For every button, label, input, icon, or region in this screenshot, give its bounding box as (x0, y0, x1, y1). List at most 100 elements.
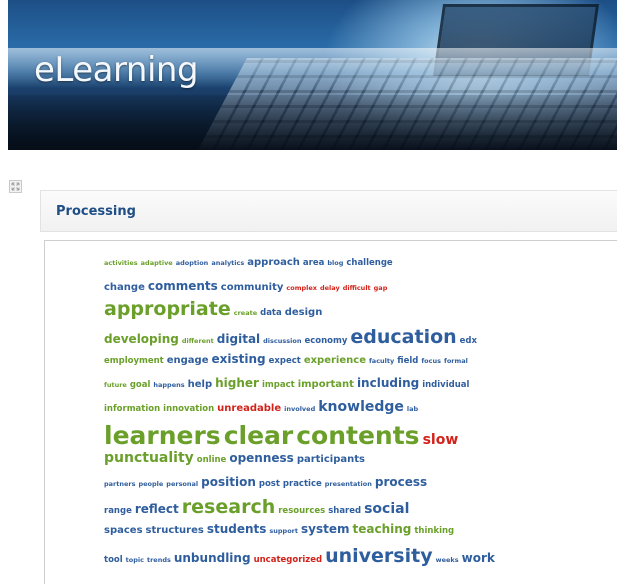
tag-link-process[interactable]: process (375, 476, 427, 488)
tag-link-appropriate[interactable]: appropriate (104, 300, 231, 319)
tag-cloud-line: spaces structures students support system tea… (104, 523, 457, 536)
tag-link-design[interactable]: design (285, 308, 323, 318)
tag-link-approach[interactable]: approach (247, 258, 300, 268)
tag-link-post[interactable]: post (259, 480, 280, 489)
tag-link-unreadable[interactable]: unreadable (217, 404, 281, 414)
tag-link-edx[interactable]: edx (460, 337, 477, 346)
tag-link-experience[interactable]: experience (304, 356, 366, 366)
tag-link-comments[interactable]: comments (148, 280, 218, 292)
tag-link-faculty[interactable]: faculty (369, 358, 394, 365)
tag-link-goal[interactable]: goal (130, 381, 151, 390)
tag-link-employment[interactable]: employment (104, 357, 164, 366)
tag-link-digital[interactable]: digital (217, 333, 260, 345)
tag-link-resources[interactable]: resources (278, 507, 325, 516)
tag-link-delay[interactable]: delay (320, 285, 340, 292)
tag-link-challenge[interactable]: challenge (346, 259, 392, 268)
tag-link-happens[interactable]: happens (153, 382, 184, 389)
tag-link-important[interactable]: important (298, 380, 354, 390)
tag-link-analytics[interactable]: analytics (211, 260, 244, 267)
tag-link-reflect[interactable]: reflect (135, 503, 179, 515)
tag-link-help[interactable]: help (188, 380, 213, 390)
tag-link-presentation[interactable]: presentation (325, 481, 372, 488)
tag-link-research[interactable]: research (182, 498, 275, 517)
tag-link-lab[interactable]: lab (407, 406, 418, 413)
tag-link-change[interactable]: change (104, 283, 145, 293)
tag-link-tool[interactable]: tool (104, 556, 123, 565)
tag-link-thinking[interactable]: thinking (414, 527, 454, 536)
block-title: Processing (56, 204, 136, 219)
tag-link-impact[interactable]: impact (262, 381, 295, 390)
tag-link-practice[interactable]: practice (283, 480, 322, 489)
tag-link-focus[interactable]: focus (421, 358, 441, 365)
tag-link-economy[interactable]: economy (304, 337, 347, 346)
block-header: Processing (40, 190, 617, 232)
tag-link-work[interactable]: work (462, 552, 495, 564)
tag-link-online[interactable]: online (197, 456, 227, 465)
expand-icon[interactable] (9, 180, 22, 193)
tag-link-create[interactable]: create (234, 310, 257, 317)
tag-cloud-panel: activities adaptive adoption analytics appro… (44, 240, 617, 584)
tag-link-structures[interactable]: structures (146, 526, 204, 536)
tag-link-data[interactable]: data (260, 309, 282, 318)
elearning-banner: eLearning (8, 0, 617, 150)
tag-link-clear[interactable]: clear (224, 423, 294, 448)
tag-cloud-line: employment engage existing expect experience… (104, 353, 471, 366)
tag-link-existing[interactable]: existing (212, 353, 266, 365)
tag-cloud-line: developing different digital discussion econ… (104, 328, 480, 347)
tag-link-complex[interactable]: complex (286, 285, 317, 292)
tag-cloud-line: learners clear contents slow (104, 423, 461, 448)
tag-link-system[interactable]: system (301, 523, 350, 535)
tag-link-field[interactable]: field (397, 357, 418, 366)
tag-link-knowledge[interactable]: knowledge (318, 400, 404, 414)
tag-cloud-line: range reflect research resources shared socia… (104, 498, 412, 517)
tag-link-position[interactable]: position (201, 476, 256, 488)
tag-link-shared[interactable]: shared (328, 507, 361, 516)
tag-link-adoption[interactable]: adoption (176, 260, 209, 267)
tag-link-contents[interactable]: contents (296, 423, 419, 448)
tag-link-personal[interactable]: personal (166, 481, 198, 488)
tag-link-area[interactable]: area (303, 259, 324, 268)
tag-link-university[interactable]: university (325, 547, 433, 566)
tag-link-future[interactable]: future (104, 382, 127, 389)
tag-link-different[interactable]: different (182, 338, 214, 345)
tag-link-higher[interactable]: higher (215, 377, 259, 389)
tag-link-formal[interactable]: formal (444, 358, 468, 365)
tag-link-support[interactable]: support (269, 528, 298, 535)
tag-link-community[interactable]: community (221, 283, 284, 293)
tag-link-discussion[interactable]: discussion (263, 338, 301, 345)
tag-cloud-line: partners people personal position post practi… (104, 476, 430, 489)
tag-link-activities[interactable]: activities (104, 260, 138, 267)
tag-link-people[interactable]: people (138, 481, 163, 488)
tag-link-including[interactable]: including (357, 377, 419, 389)
tag-link-involved[interactable]: involved (284, 406, 315, 413)
tag-link-social[interactable]: social (364, 502, 409, 516)
tag-link-information[interactable]: information (104, 405, 160, 414)
tag-link-partners[interactable]: partners (104, 481, 135, 488)
tag-link-learners[interactable]: learners (104, 423, 221, 448)
tag-link-difficult[interactable]: difficult (343, 285, 371, 292)
tag-link-teaching[interactable]: teaching (352, 523, 411, 535)
tag-link-innovation[interactable]: innovation (163, 405, 214, 414)
tag-link-slow[interactable]: slow (423, 433, 459, 447)
tag-link-participants[interactable]: participants (297, 455, 365, 465)
tag-link-blog[interactable]: blog (327, 260, 343, 267)
tag-link-education[interactable]: education (350, 328, 456, 347)
tag-link-expect[interactable]: expect (269, 357, 301, 366)
tag-link-uncategorized[interactable]: uncategorized (254, 556, 323, 565)
tag-link-trends[interactable]: trends (147, 557, 171, 564)
tag-link-students[interactable]: students (207, 523, 267, 535)
tag-link-punctuality[interactable]: punctuality (104, 451, 194, 465)
tag-link-range[interactable]: range (104, 507, 132, 516)
tag-link-individual[interactable]: individual (422, 381, 469, 390)
tag-link-gap[interactable]: gap (374, 285, 388, 292)
tag-link-topic[interactable]: topic (126, 557, 144, 564)
tag-cloud-line: appropriate create data design (104, 300, 325, 319)
tag-cloud-line: activities adaptive adoption analytics appro… (104, 258, 396, 268)
tag-link-unbundling[interactable]: unbundling (174, 552, 251, 564)
tag-link-spaces[interactable]: spaces (104, 526, 143, 536)
tag-link-adaptive[interactable]: adaptive (141, 260, 173, 267)
tag-link-openness[interactable]: openness (229, 452, 293, 464)
tag-link-engage[interactable]: engage (167, 356, 209, 366)
tag-link-developing[interactable]: developing (104, 333, 179, 345)
tag-link-weeks[interactable]: weeks (436, 557, 459, 564)
